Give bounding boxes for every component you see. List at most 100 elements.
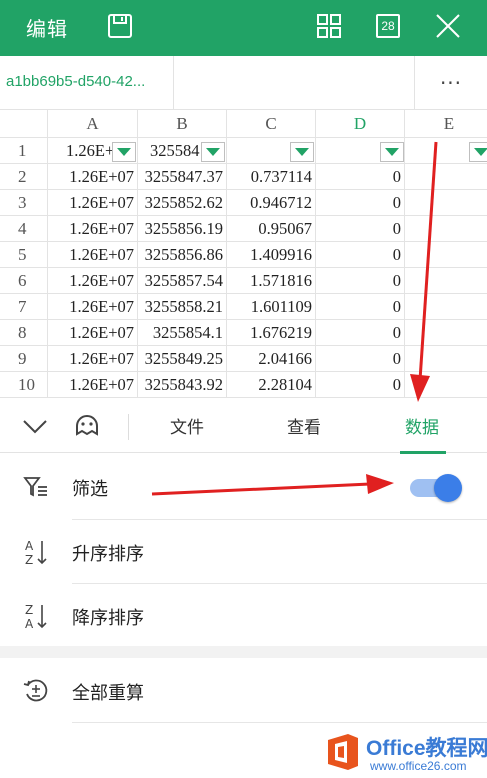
table-cell[interactable]: 2.28104	[227, 372, 316, 397]
menu-item-label: 全部重算	[72, 683, 144, 704]
table-cell[interactable]: 1.26E+07	[48, 242, 138, 268]
filter-dropdown-d[interactable]	[380, 142, 404, 162]
row-header[interactable]: 4	[0, 216, 48, 242]
tab-data[interactable]: 数据	[405, 413, 439, 438]
table-cell[interactable]	[405, 372, 487, 397]
table-cell[interactable]: 3255843.92	[138, 372, 227, 397]
table-cell[interactable]: 0.946712	[227, 190, 316, 216]
tab-view[interactable]: 查看	[287, 413, 321, 438]
table-cell[interactable]: 0	[316, 346, 405, 372]
table-cell[interactable]: 1.26E+07	[48, 346, 138, 372]
edit-button[interactable]: 编辑	[26, 13, 68, 42]
row-header[interactable]: 9	[0, 346, 48, 372]
table-row: 1 1.26E+ 325584	[0, 138, 487, 164]
save-icon[interactable]	[104, 10, 136, 42]
divider	[128, 414, 129, 440]
table-cell[interactable]: 3255856.19	[138, 216, 227, 242]
menu-item-label: 降序排序	[72, 608, 144, 629]
assistant-face-icon[interactable]	[72, 412, 102, 440]
close-icon[interactable]	[432, 10, 464, 42]
chevron-down-icon[interactable]	[20, 414, 50, 438]
divider	[72, 722, 487, 723]
corner-cell[interactable]	[0, 110, 48, 138]
table-cell[interactable]: 0.95067	[227, 216, 316, 242]
table-cell[interactable]: 3255857.54	[138, 268, 227, 294]
table-cell[interactable]: 2.04166	[227, 346, 316, 372]
menu-item-recalculate-all[interactable]: 全部重算	[0, 659, 487, 723]
sheet-tab[interactable]: a1bb69b5-d540-42...	[0, 56, 174, 110]
table-cell[interactable]: 0	[316, 294, 405, 320]
filter-toggle[interactable]	[410, 474, 462, 502]
filter-dropdown-e[interactable]	[469, 142, 487, 162]
table-cell[interactable]: 3255847.37	[138, 164, 227, 190]
menu-item-filter[interactable]: 筛选	[0, 455, 487, 519]
column-header[interactable]: E	[405, 110, 487, 138]
table-cell[interactable]: 1.676219	[227, 320, 316, 346]
table-cell[interactable]: 3255858.21	[138, 294, 227, 320]
table-cell[interactable]: 1.26E+07	[48, 320, 138, 346]
table-cell[interactable]	[405, 294, 487, 320]
row-header[interactable]: 6	[0, 268, 48, 294]
table-cell[interactable]: 0	[316, 268, 405, 294]
filter-dropdown-c[interactable]	[290, 142, 314, 162]
sheet-tab-bar: a1bb69b5-d540-42... ···	[0, 56, 487, 110]
table-cell[interactable]: 0	[316, 372, 405, 397]
row-header[interactable]: 8	[0, 320, 48, 346]
menu-item-sort-descending[interactable]: ZA 降序排序	[0, 584, 487, 648]
filter-dropdown-b[interactable]	[201, 142, 225, 162]
table-cell[interactable]: 1.26E+07	[48, 372, 138, 397]
bottom-panel: 文件 查看 数据 筛选 AZ 升序排序 ZA 降序排序 全部重算	[0, 397, 487, 778]
table-cell[interactable]: 1.26E+07	[48, 164, 138, 190]
table-cell[interactable]	[405, 190, 487, 216]
more-button[interactable]: ···	[414, 56, 487, 110]
table-cell[interactable]: 1.409916	[227, 242, 316, 268]
svg-text:Z: Z	[25, 603, 33, 617]
table-cell[interactable]	[405, 164, 487, 190]
table-row: 2 1.26E+07 3255847.37 0.737114 0	[0, 164, 487, 190]
row-header[interactable]: 3	[0, 190, 48, 216]
row-header[interactable]: 1	[0, 138, 48, 164]
table-cell[interactable]: 0	[316, 164, 405, 190]
table-cell[interactable]: 1.571816	[227, 268, 316, 294]
table-row: 7 1.26E+07 3255858.21 1.601109 0	[0, 294, 487, 320]
table-row: 10 1.26E+07 3255843.92 2.28104 0	[0, 372, 487, 397]
table-cell[interactable]: 1.26E+07	[48, 268, 138, 294]
table-row: 8 1.26E+07 3255854.1 1.676219 0	[0, 320, 487, 346]
table-cell[interactable]	[405, 268, 487, 294]
row-header[interactable]: 2	[0, 164, 48, 190]
column-header[interactable]: B	[138, 110, 227, 138]
table-cell[interactable]: 1.26E+07	[48, 294, 138, 320]
row-header[interactable]: 7	[0, 294, 48, 320]
table-cell[interactable]: 1.26E+07	[48, 190, 138, 216]
grid-icon[interactable]	[313, 10, 345, 42]
table-cell[interactable]	[405, 346, 487, 372]
column-header[interactable]: C	[227, 110, 316, 138]
table-cell[interactable]	[405, 216, 487, 242]
table-cell[interactable]: 3255849.25	[138, 346, 227, 372]
badge-icon[interactable]: 28	[372, 10, 404, 42]
row-header[interactable]: 10	[0, 372, 48, 397]
top-toolbar: 编辑 28	[0, 0, 487, 56]
table-row: 9 1.26E+07 3255849.25 2.04166 0	[0, 346, 487, 372]
menu-item-sort-ascending[interactable]: AZ 升序排序	[0, 520, 487, 584]
table-cell[interactable]: 0.737114	[227, 164, 316, 190]
table-cell[interactable]: 3255852.62	[138, 190, 227, 216]
spreadsheet-grid[interactable]: A B C D E 1 1.26E+ 325584 2 1.26E+07 325…	[0, 110, 487, 397]
table-cell[interactable]: 0	[316, 320, 405, 346]
filter-dropdown-a[interactable]	[112, 142, 136, 162]
table-cell[interactable]: 3255854.1	[138, 320, 227, 346]
column-header[interactable]: A	[48, 110, 138, 138]
table-cell[interactable]: 3255856.86	[138, 242, 227, 268]
column-header[interactable]: D	[316, 110, 405, 138]
table-cell[interactable]: 1.26E+07	[48, 216, 138, 242]
svg-text:Z: Z	[25, 553, 33, 566]
table-cell[interactable]: 0	[316, 190, 405, 216]
table-cell[interactable]: 1.601109	[227, 294, 316, 320]
tab-file[interactable]: 文件	[170, 413, 204, 438]
table-cell[interactable]: 0	[316, 216, 405, 242]
table-cell[interactable]	[405, 242, 487, 268]
sort-ascending-icon: AZ	[22, 538, 50, 567]
table-cell[interactable]	[405, 320, 487, 346]
row-header[interactable]: 5	[0, 242, 48, 268]
table-cell[interactable]: 0	[316, 242, 405, 268]
